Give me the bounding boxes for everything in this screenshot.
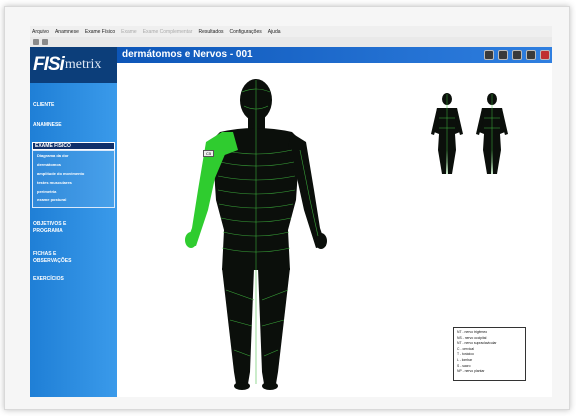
legend-row: NP - nervo plantar — [457, 369, 485, 374]
small-figure-front[interactable] — [431, 93, 463, 174]
front-body-figure[interactable] — [185, 79, 327, 390]
legend-box: NT - nervo trigêmeo NS - nervo occipital… — [453, 327, 526, 381]
small-figure-back[interactable] — [476, 93, 508, 174]
dermatome-tag: C5 — [203, 150, 214, 157]
